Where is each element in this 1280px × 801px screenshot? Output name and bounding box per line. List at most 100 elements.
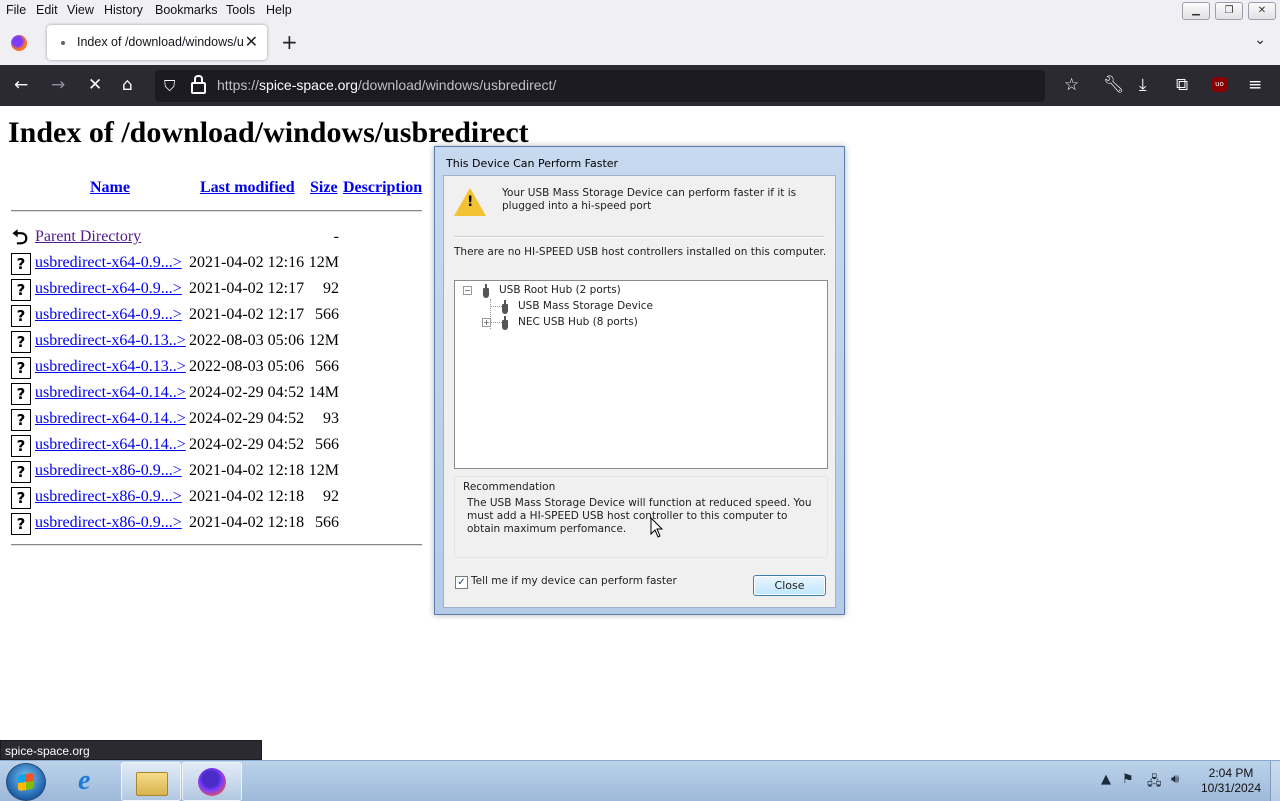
file-link[interactable]: usbredirect-x64-0.9...>: [35, 306, 182, 324]
menu-file[interactable]: File: [6, 3, 26, 17]
file-link[interactable]: usbredirect-x86-0.9...>: [35, 462, 182, 480]
file-link[interactable]: usbredirect-x64-0.14..>: [35, 410, 186, 428]
file-size: 14M: [308, 384, 339, 401]
table-row: ? usbredirect-x64-0.14..> 2024-02-29 04:52…: [0, 383, 430, 409]
recommendation-label: Recommendation: [463, 481, 556, 493]
divider: [11, 210, 422, 212]
table-row-parent: ⮌ Parent Directory -: [0, 227, 430, 253]
lock-icon[interactable]: [191, 75, 206, 94]
menu-edit[interactable]: Edit: [36, 3, 58, 17]
column-header-size[interactable]: Size: [310, 179, 338, 197]
volume-icon[interactable]: 🔊︎: [1171, 772, 1179, 787]
minimize-icon: ▁: [1192, 5, 1200, 16]
downloads-icon[interactable]: ⤓: [1139, 74, 1147, 96]
unknown-file-icon: ?: [11, 305, 31, 327]
table-row: ? usbredirect-x86-0.9...> 2021-04-02 12:18…: [0, 513, 430, 539]
back-icon[interactable]: ←: [14, 74, 28, 96]
tree-item-mass-storage[interactable]: USB Mass Storage Device: [518, 300, 653, 312]
file-size: 566: [315, 306, 339, 323]
action-center-flag-icon[interactable]: ⚑: [1122, 772, 1134, 787]
menubar: File Edit View History Bookmarks Tools H…: [0, 0, 1280, 20]
minimize-button[interactable]: ▁: [1182, 2, 1210, 20]
file-link[interactable]: usbredirect-x64-0.13..>: [35, 332, 186, 350]
close-icon: ✕: [1257, 5, 1267, 16]
dialog-info: There are no HI-SPEED USB host controlle…: [454, 246, 827, 258]
dialog-title: This Device Can Perform Faster: [446, 157, 619, 170]
tracking-protection-icon[interactable]: ⛉: [164, 77, 175, 95]
ublock-icon[interactable]: uo: [1212, 77, 1227, 92]
clock-date: 10/31/2024: [1200, 781, 1262, 795]
close-window-button[interactable]: ✕: [1248, 2, 1276, 20]
file-link[interactable]: usbredirect-x86-0.9...>: [35, 514, 182, 532]
extensions-icon[interactable]: ⧉: [1176, 74, 1188, 96]
taskbar: e ▲ ⚑ 🖧︎ 🔊︎ 2:04 PM 10/31/2024: [0, 760, 1280, 801]
file-link[interactable]: usbredirect-x64-0.14..>: [35, 436, 186, 454]
file-link[interactable]: usbredirect-x64-0.13..>: [35, 358, 186, 376]
taskbar-firefox[interactable]: [182, 762, 242, 801]
menu-history[interactable]: History: [104, 3, 143, 17]
tree-item-root-hub[interactable]: USB Root Hub (2 ports): [499, 284, 621, 296]
home-icon[interactable]: ⌂: [122, 74, 133, 96]
table-row: ? usbredirect-x64-0.9...> 2021-04-02 12:16…: [0, 253, 430, 279]
file-link[interactable]: usbredirect-x64-0.9...>: [35, 254, 182, 272]
url-host: spice-space.org: [259, 77, 358, 93]
parent-directory-link[interactable]: Parent Directory: [35, 228, 141, 246]
column-header-name[interactable]: Name: [90, 179, 130, 197]
file-size: 566: [315, 436, 339, 453]
unknown-file-icon: ?: [11, 331, 31, 353]
taskbar-internet-explorer[interactable]: e: [61, 762, 119, 799]
show-hidden-icons[interactable]: ▲: [1101, 772, 1111, 787]
stop-icon[interactable]: ✕: [88, 74, 102, 96]
file-link[interactable]: usbredirect-x64-0.14..>: [35, 384, 186, 402]
tab-strip: Index of /download/windows/u ✕ + ⌄: [0, 20, 1280, 65]
tree-item-nec-hub[interactable]: NEC USB Hub (8 ports): [518, 316, 638, 328]
collapse-icon[interactable]: −: [463, 286, 472, 295]
start-button[interactable]: [6, 763, 46, 801]
close-button[interactable]: Close: [753, 575, 826, 596]
system-clock[interactable]: 2:04 PM 10/31/2024: [1196, 766, 1266, 796]
warning-icon: !: [454, 188, 486, 216]
list-all-tabs-icon[interactable]: ⌄: [1254, 32, 1266, 48]
show-desktop-button[interactable]: [1270, 761, 1280, 801]
table-row: ? usbredirect-x64-0.14..> 2024-02-29 04:52…: [0, 435, 430, 461]
firefox-view-icon[interactable]: [11, 35, 27, 51]
page-title: Index of /download/windows/usbredirect: [8, 116, 529, 149]
file-link[interactable]: usbredirect-x86-0.9...>: [35, 488, 182, 506]
usb-device-tree[interactable]: − USB Root Hub (2 ports) USB Mass Storag…: [454, 280, 828, 469]
forward-icon[interactable]: →: [51, 74, 65, 96]
menu-bookmarks[interactable]: Bookmarks: [155, 3, 218, 17]
url-text[interactable]: https://spice-space.org/download/windows…: [217, 77, 556, 93]
restore-button[interactable]: ❐: [1215, 2, 1243, 20]
wrench-icon[interactable]: 🔧︎: [1103, 74, 1125, 96]
table-row: ? usbredirect-x64-0.9...> 2021-04-02 12:17…: [0, 305, 430, 331]
loading-icon: [61, 41, 65, 45]
menu-view[interactable]: View: [67, 3, 94, 17]
expand-icon[interactable]: +: [482, 318, 491, 327]
taskbar-file-explorer[interactable]: [121, 762, 181, 801]
dialog-body: ! Your USB Mass Storage Device can perfo…: [443, 175, 836, 608]
menu-help[interactable]: Help: [266, 3, 292, 17]
menu-tools[interactable]: Tools: [226, 3, 255, 17]
notify-checkbox[interactable]: ✓: [455, 576, 468, 589]
new-tab-icon[interactable]: +: [281, 30, 298, 54]
table-row: ? usbredirect-x86-0.9...> 2021-04-02 12:18…: [0, 487, 430, 513]
file-size: 12M: [308, 462, 339, 479]
notify-checkbox-label[interactable]: Tell me if my device can perform faster: [471, 575, 677, 587]
file-date: 2021-04-02 12:16: [189, 254, 305, 271]
firefox-icon: [198, 768, 226, 796]
file-link[interactable]: usbredirect-x64-0.9...>: [35, 280, 182, 298]
status-panel: spice-space.org: [0, 740, 262, 760]
tab-active[interactable]: Index of /download/windows/u ✕: [47, 25, 267, 60]
column-header-description[interactable]: Description: [343, 179, 422, 197]
file-date: 2022-08-03 05:06: [189, 332, 305, 349]
usb-performance-dialog: This Device Can Perform Faster ! Your US…: [434, 146, 845, 615]
network-icon[interactable]: 🖧︎: [1147, 772, 1162, 794]
file-date: 2024-02-29 04:52: [189, 436, 305, 453]
tab-close-icon[interactable]: ✕: [245, 32, 258, 52]
address-bar[interactable]: ⛉ https://spice-space.org/download/windo…: [155, 70, 1045, 102]
menu-hamburger-icon[interactable]: ≡: [1248, 74, 1262, 96]
bookmark-star-icon[interactable]: ☆: [1064, 74, 1079, 96]
internet-explorer-icon: e: [78, 765, 91, 796]
file-size: 92: [323, 280, 339, 297]
column-header-last-modified[interactable]: Last modified: [200, 179, 295, 197]
